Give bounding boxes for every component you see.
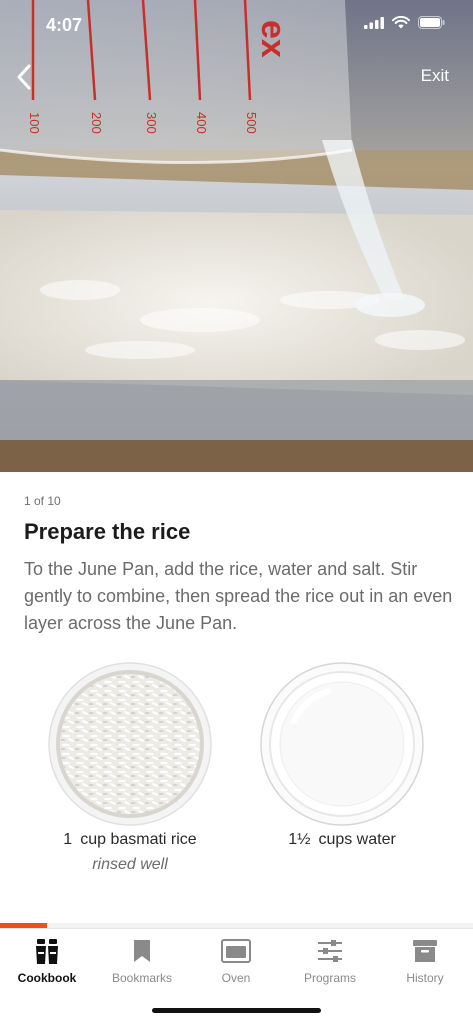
ingredient-quantity: 1½ (288, 831, 311, 848)
rice-bowl-image (48, 662, 212, 826)
water-bowl-image (260, 662, 424, 826)
tab-history[interactable]: History (378, 935, 472, 985)
cup-mark-100: 100 (27, 112, 42, 134)
cup-mark-400: 400 (194, 112, 209, 134)
ingredient-water-line: 1½ cups water (259, 831, 425, 849)
step-description: To the June Pan, add the rice, water and… (24, 559, 453, 633)
signal-icon (364, 16, 384, 29)
tab-programs[interactable]: Programs (283, 935, 377, 985)
tab-label: History (406, 971, 444, 985)
chevron-left-icon (17, 64, 31, 90)
status-bar: 4:07 (0, 0, 473, 50)
wifi-icon (392, 16, 410, 29)
ingredient-name: cups water (318, 831, 396, 848)
ingredient-rice-line: 1 cup basmati rice (47, 831, 213, 849)
sliders-icon (318, 940, 342, 962)
status-time: 4:07 (46, 15, 83, 35)
tab-label: Oven (221, 971, 251, 985)
ingredient-water: 1½ cups water (259, 661, 425, 849)
cup-mark-300: 300 (144, 112, 159, 134)
back-button[interactable] (12, 62, 40, 92)
ingredient-note: rinsed well (92, 856, 168, 873)
tab-bookmarks[interactable]: Bookmarks (95, 935, 189, 985)
cookbook-icon (36, 939, 58, 964)
ingredient-name: cup basmati rice (80, 831, 197, 848)
step-counter: 1 of 10 (24, 494, 61, 508)
tab-label: Cookbook (17, 971, 77, 985)
cup-mark-200: 200 (89, 112, 104, 134)
tab-oven[interactable]: Oven (189, 935, 283, 985)
bookmark-icon (134, 940, 150, 962)
battery-icon (418, 16, 445, 29)
exit-button[interactable]: Exit (421, 66, 449, 86)
ingredient-basmati-rice: 1 cup basmati rice rinsed well (47, 661, 213, 874)
oven-icon (221, 939, 251, 963)
archive-box-icon (413, 940, 437, 962)
status-icons (364, 16, 445, 29)
step-title: Prepare the rice (24, 519, 191, 544)
step-hero-image: 100 200 300 400 500 ex 4:07 Exit (0, 0, 473, 472)
tab-cookbook[interactable]: Cookbook (0, 935, 94, 985)
home-indicator[interactable] (152, 1008, 321, 1013)
cup-mark-500: 500 (244, 112, 259, 134)
tab-label: Programs (303, 971, 356, 985)
ingredient-quantity: 1 (63, 831, 73, 848)
rice-pour-photo: 100 200 300 400 500 ex (0, 0, 473, 472)
tab-label: Bookmarks (111, 971, 173, 985)
